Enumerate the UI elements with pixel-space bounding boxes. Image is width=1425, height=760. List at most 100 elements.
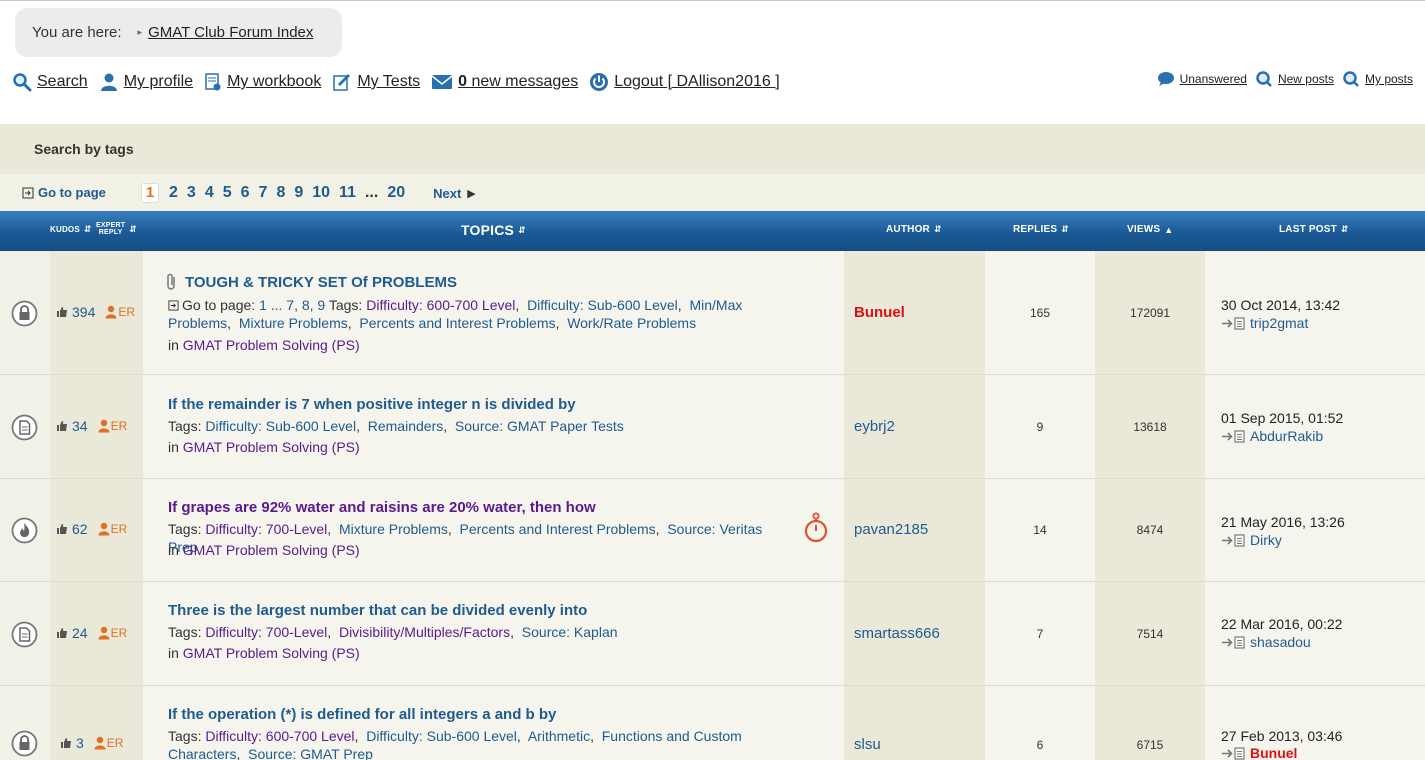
- topic-title[interactable]: If the remainder is 7 when positive inte…: [168, 396, 576, 413]
- tag-link[interactable]: Difficulty: 600-700 Level: [366, 297, 515, 313]
- tag-link[interactable]: Source: Kaplan: [522, 624, 618, 640]
- last-page-link[interactable]: 20: [387, 184, 405, 202]
- tag-link[interactable]: Percents and Interest Problems: [460, 521, 656, 537]
- nav-search[interactable]: Search: [12, 72, 88, 92]
- last-post-user[interactable]: Bunuel: [1221, 745, 1297, 760]
- page-link[interactable]: 9: [294, 184, 303, 202]
- forum-index-link[interactable]: GMAT Club Forum Index: [148, 24, 313, 41]
- last-post-header-label: LAST POST: [1279, 224, 1337, 235]
- forum-link[interactable]: GMAT Problem Solving (PS): [183, 337, 360, 353]
- page-link[interactable]: 11: [339, 184, 356, 202]
- kudos-count[interactable]: 3 ER: [60, 735, 123, 751]
- topics-column-header[interactable]: TOPICS ⇵: [461, 222, 526, 238]
- hot-topic-flame-icon: [11, 517, 38, 544]
- new-posts-filter[interactable]: New posts: [1255, 71, 1334, 87]
- nav-tests[interactable]: My Tests: [332, 72, 420, 92]
- thumbs-up-icon: [57, 420, 67, 431]
- views-column-header[interactable]: VIEWS ▲: [1127, 224, 1173, 235]
- last-post-column-header[interactable]: LAST POST ⇵: [1279, 224, 1349, 235]
- messages-link[interactable]: 0 new messages: [458, 73, 578, 91]
- topic-document-icon: [11, 621, 38, 647]
- topic-title[interactable]: Three is the largest number that can be …: [168, 602, 587, 619]
- tests-icon: [333, 74, 351, 91]
- topic-author[interactable]: slsu: [854, 736, 881, 753]
- thumbs-up-icon: [57, 524, 67, 534]
- topic-title[interactable]: TOUGH & TRICKY SET Of PROBLEMS: [165, 273, 457, 291]
- go-to-page-button[interactable]: Go to page: [22, 185, 106, 200]
- tag-link[interactable]: Arithmetic: [528, 728, 590, 744]
- page-link[interactable]: 6: [241, 184, 250, 202]
- page-link[interactable]: 5: [223, 184, 232, 202]
- tests-link[interactable]: My Tests: [357, 73, 420, 91]
- workbook-link[interactable]: My workbook: [227, 73, 321, 91]
- expert-reply-column-header[interactable]: EXPERT REPLY ⇵: [96, 222, 137, 236]
- kudos-column-header[interactable]: KUDOS ⇵: [50, 224, 92, 235]
- tag-link[interactable]: Work/Rate Problems: [567, 315, 696, 331]
- page-link[interactable]: 10: [312, 184, 330, 202]
- next-page-button[interactable]: Next ▶: [433, 186, 476, 201]
- tag-link[interactable]: Mixture Problems: [239, 315, 348, 331]
- nav-profile[interactable]: My profile: [99, 72, 193, 92]
- search-link[interactable]: Search: [37, 73, 88, 91]
- last-post-user[interactable]: Dirky: [1221, 532, 1282, 548]
- last-post-user[interactable]: trip2gmat: [1221, 315, 1308, 331]
- topic-author[interactable]: smartass666: [854, 625, 940, 642]
- breadcrumb-prefix: You are here:: [32, 24, 122, 41]
- sort-icon: ⇵: [129, 223, 137, 234]
- last-post-user[interactable]: shasadou: [1221, 634, 1311, 650]
- last-post-user[interactable]: AbdurRakib: [1221, 428, 1323, 444]
- nav-messages[interactable]: 0 new messages: [431, 73, 578, 91]
- topic-title[interactable]: If grapes are 92% water and raisins are …: [168, 499, 596, 516]
- tag-link[interactable]: Difficulty: 600-700 Level: [205, 728, 354, 744]
- kudos-count[interactable]: 62 ER: [56, 521, 127, 537]
- topic-title[interactable]: If the operation (*) is defined for all …: [168, 706, 556, 723]
- tag-link[interactable]: Difficulty: 700-Level: [205, 521, 327, 537]
- page-link[interactable]: 3: [187, 184, 196, 202]
- expert-user-icon: [105, 305, 117, 318]
- tag-link[interactable]: Source: GMAT Prep: [248, 746, 373, 760]
- replies-count: 165: [1029, 305, 1051, 320]
- tag-link[interactable]: Difficulty: Sub-600 Level: [366, 728, 517, 744]
- unanswered-link[interactable]: Unanswered: [1180, 72, 1247, 86]
- forum-link[interactable]: GMAT Problem Solving (PS): [183, 439, 360, 455]
- tag-link[interactable]: Remainders: [368, 418, 443, 434]
- tag-link[interactable]: Divisibility/Multiples/Factors: [339, 624, 510, 640]
- forum-link[interactable]: GMAT Problem Solving (PS): [183, 542, 360, 558]
- kudos-count[interactable]: 34 ER: [56, 418, 127, 434]
- logout-link[interactable]: Logout [ DAllison2016 ]: [614, 73, 779, 91]
- replies-column-header[interactable]: REPLIES ⇵: [1013, 224, 1069, 235]
- tag-link[interactable]: Difficulty: 700-Level: [205, 624, 327, 640]
- kudos-count[interactable]: 394 ER: [56, 304, 135, 320]
- my-posts-link[interactable]: My posts: [1365, 72, 1413, 86]
- timer-icon[interactable]: [803, 512, 829, 544]
- topic-author[interactable]: pavan2185: [854, 521, 928, 538]
- topic-page-links[interactable]: 1 ... 7, 8, 9: [259, 297, 325, 313]
- page-link[interactable]: 7: [259, 184, 268, 202]
- paperclip-icon: [167, 273, 175, 290]
- page-link[interactable]: 8: [276, 184, 285, 202]
- tag-link[interactable]: Difficulty: Sub-600 Level: [205, 418, 356, 434]
- forum-link[interactable]: GMAT Problem Solving (PS): [183, 645, 360, 661]
- my-posts-filter[interactable]: My posts: [1342, 71, 1413, 87]
- unanswered-filter[interactable]: Unanswered: [1157, 71, 1247, 87]
- sort-icon: ⇵: [518, 224, 526, 235]
- nav-workbook[interactable]: My workbook: [204, 72, 321, 92]
- tags-label: Tags:: [168, 624, 202, 640]
- pagination-bar: Go to page 1 2 3 4 5 6 7 8 9 10 11 ... 2…: [0, 174, 1425, 211]
- page-link[interactable]: 2: [169, 184, 178, 202]
- new-posts-link[interactable]: New posts: [1278, 72, 1334, 86]
- profile-link[interactable]: My profile: [124, 73, 193, 91]
- topic-author[interactable]: eybrj2: [854, 418, 895, 435]
- nav-logout[interactable]: Logout [ DAllison2016 ]: [589, 72, 780, 92]
- tag-link[interactable]: Source: GMAT Paper Tests: [455, 418, 624, 434]
- topic-author[interactable]: Bunuel: [854, 304, 905, 321]
- tag-link[interactable]: Difficulty: Sub-600 Level: [527, 297, 678, 313]
- tag-link[interactable]: Mixture Problems: [339, 521, 448, 537]
- tag-link[interactable]: Percents and Interest Problems: [359, 315, 555, 331]
- thumbs-up-icon: [61, 738, 71, 748]
- kudos-count[interactable]: 24 ER: [56, 625, 127, 641]
- kudos-header-label: KUDOS: [50, 225, 80, 234]
- page-link[interactable]: 4: [205, 184, 214, 202]
- search-by-tags-label[interactable]: Search by tags: [34, 141, 134, 157]
- author-column-header[interactable]: AUTHOR ⇵: [886, 224, 942, 235]
